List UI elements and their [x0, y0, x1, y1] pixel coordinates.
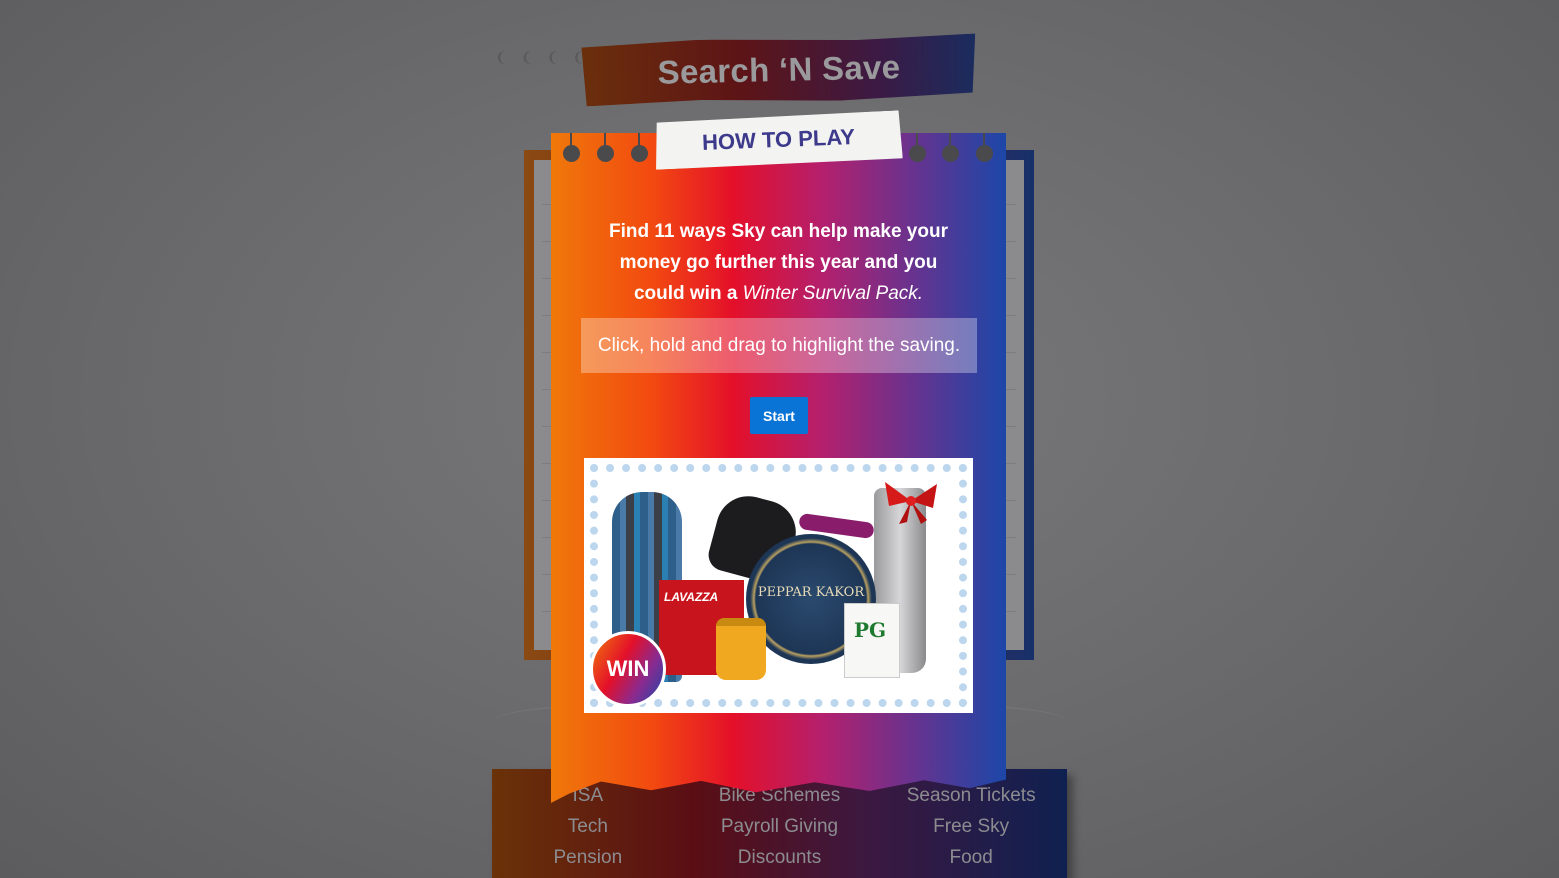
instruction-text: Click, hold and drag to highlight the sa… — [597, 334, 961, 356]
word-item: Free Sky — [933, 816, 1010, 837]
intro-end: . — [917, 283, 924, 304]
coffee-box-label: LAVAZZA — [664, 590, 719, 604]
game-title-banner: Search ‘N Save — [581, 34, 976, 107]
biscuit-tin-label: PEPPAR KAKOR — [757, 585, 865, 600]
win-badge: WIN — [590, 631, 666, 707]
modal-heading: HOW TO PLAY — [701, 124, 856, 155]
game-title: Search ‘N Save — [657, 48, 901, 91]
word-item: Pension — [553, 847, 623, 868]
word-item: Discounts — [737, 847, 822, 868]
tea-box-label: PG — [854, 618, 887, 642]
gift-bow-icon — [885, 482, 937, 524]
modal-intro-text: Find 11 ways Sky can help make your mone… — [600, 216, 957, 309]
word-item: Tech — [567, 816, 608, 837]
start-button[interactable]: Start — [750, 397, 808, 434]
honey-jar-image — [716, 618, 766, 680]
win-badge-label: WIN — [606, 656, 650, 681]
word-item: Food — [949, 847, 993, 868]
instruction-box: Click, hold and drag to highlight the sa… — [581, 318, 977, 373]
word-item: Payroll Giving — [720, 816, 839, 837]
intro-prize-name: Winter Survival Pack — [742, 283, 918, 304]
prize-image: PEPPAR KAKOR LAVAZZA PG WIN — [584, 458, 973, 713]
word-list: ISA Bike Schemes Season Tickets Tech Pay… — [492, 783, 1067, 870]
